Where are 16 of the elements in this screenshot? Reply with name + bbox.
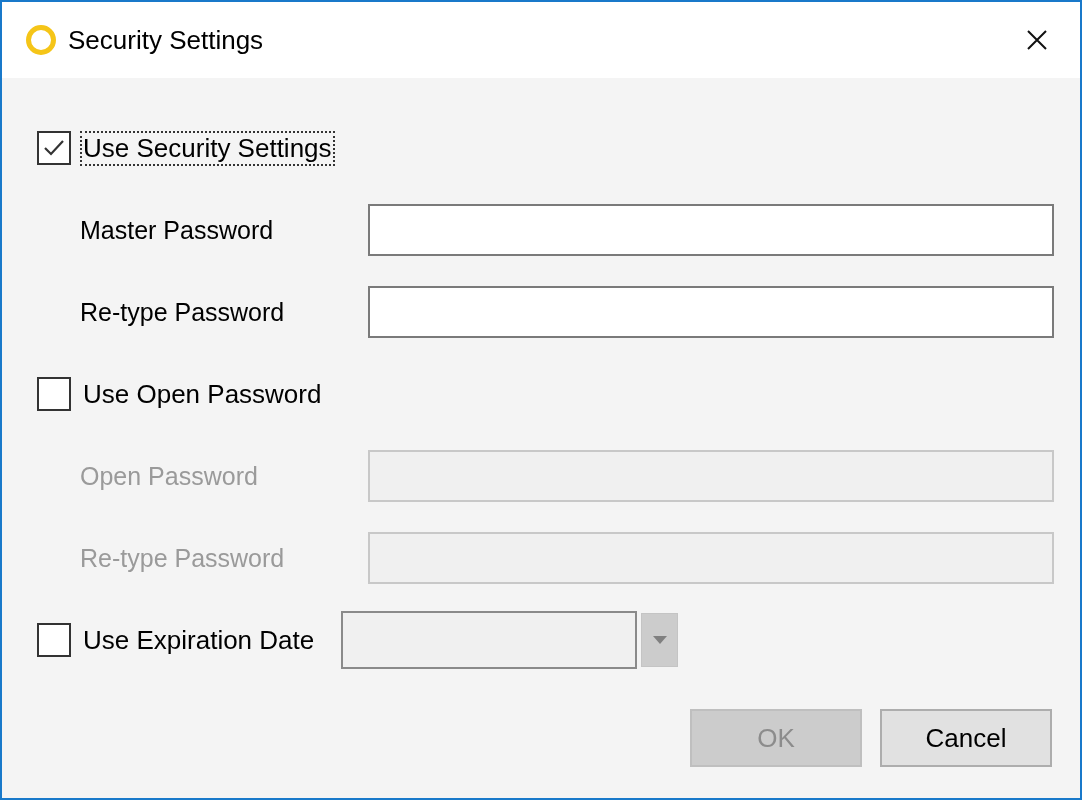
dialog-button[interactable]: Cancel — [880, 709, 1052, 767]
password-field[interactable] — [368, 204, 1054, 256]
window-title: Security Settings — [68, 24, 264, 56]
close-icon[interactable] — [1026, 29, 1048, 51]
caret-icon — [652, 636, 667, 644]
checkbox-label[interactable]: Use Open Password — [80, 376, 325, 412]
field-label: Master Password — [80, 215, 275, 245]
app-icon — [24, 23, 58, 57]
password-field[interactable] — [368, 286, 1054, 338]
checkbox[interactable] — [37, 131, 71, 165]
checkbox-label[interactable]: Use Security Settings — [80, 130, 335, 166]
field-label: Open Password — [80, 461, 259, 491]
field-label: Re-type Password — [80, 297, 286, 327]
checkbox[interactable] — [37, 377, 71, 411]
field-label: Re-type Password — [80, 543, 286, 573]
dropdown-button[interactable] — [641, 613, 679, 667]
